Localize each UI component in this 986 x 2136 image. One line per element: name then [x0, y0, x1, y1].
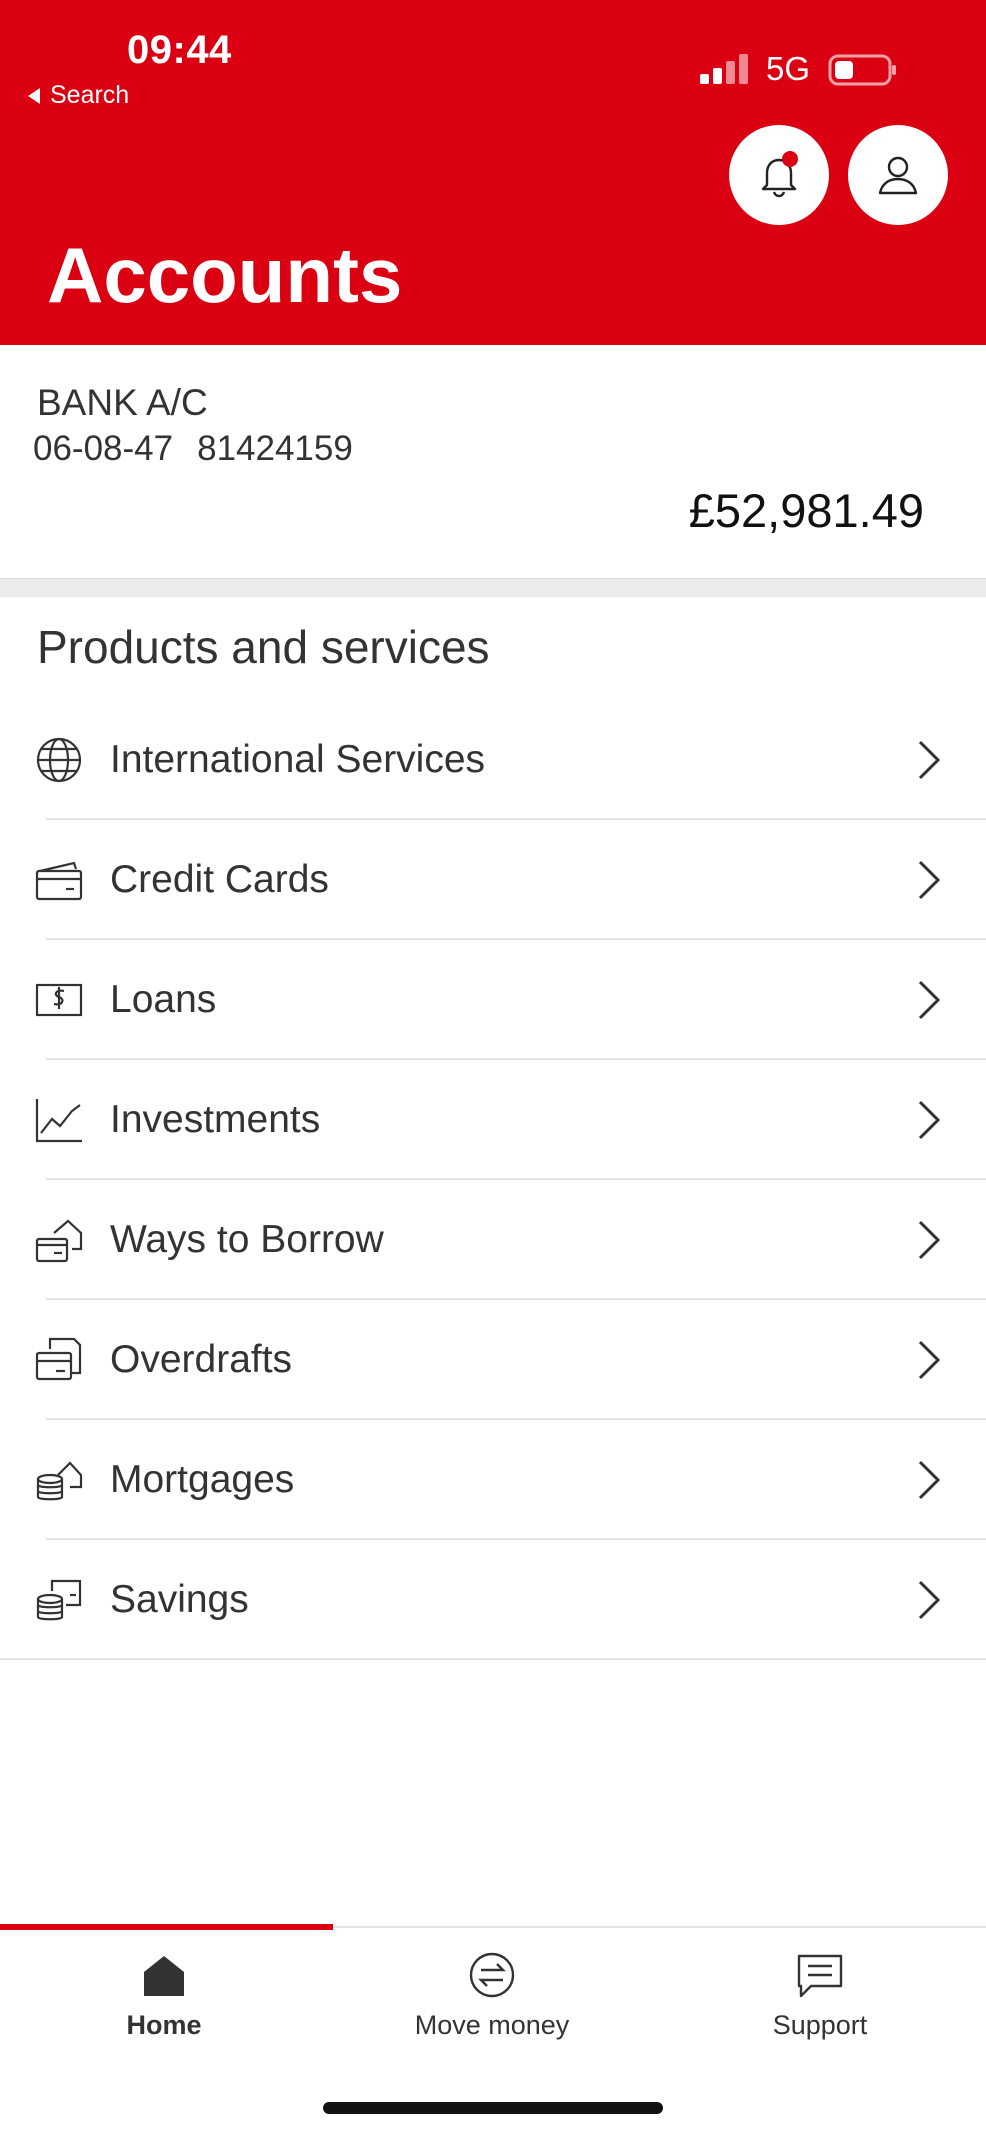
- product-label: Investments: [110, 1098, 321, 1141]
- bell-icon: [761, 151, 798, 198]
- notifications-button[interactable]: [729, 125, 829, 225]
- product-item-credit-cards[interactable]: Credit Cards: [0, 820, 986, 940]
- product-item-investments[interactable]: Investments: [0, 1060, 986, 1180]
- cash-icon: [33, 974, 85, 1026]
- product-item-mortgages[interactable]: Mortgages: [0, 1420, 986, 1540]
- product-item-loans[interactable]: Loans: [0, 940, 986, 1060]
- tab-home-label: Home: [126, 2010, 202, 2040]
- active-tab-indicator: [0, 1924, 333, 1930]
- chevron-right-icon: [918, 740, 941, 780]
- product-label: Savings: [110, 1578, 249, 1621]
- chevron-right-icon: [918, 1100, 941, 1140]
- back-label: Search: [50, 81, 130, 109]
- user-icon: [878, 156, 918, 195]
- card-document-icon: [33, 1334, 85, 1386]
- tab-move-money-label: Move money: [414, 2010, 570, 2040]
- chevron-right-icon: [918, 1580, 941, 1620]
- chevron-right-icon: [918, 860, 941, 900]
- network-type: 5G: [766, 50, 811, 87]
- sort-code: 06-08-47: [33, 429, 174, 468]
- coins-screen-icon: [33, 1574, 85, 1626]
- back-to-search-link[interactable]: Search: [28, 81, 129, 110]
- line-chart-icon: [33, 1094, 85, 1146]
- battery-icon: [828, 54, 896, 86]
- chevron-right-icon: [918, 1460, 941, 1500]
- product-item-ways-to-borrow[interactable]: Ways to Borrow: [0, 1180, 986, 1300]
- profile-button[interactable]: [848, 125, 948, 225]
- product-label: International Services: [110, 738, 486, 781]
- coins-house-icon: [33, 1454, 85, 1506]
- tab-support-label: Support: [772, 2010, 868, 2040]
- back-arrow-icon: [28, 87, 40, 104]
- account-card[interactable]: BANK A/C 06-08-47 81424159 £52,981.49: [0, 345, 986, 578]
- transfer-icon: [469, 1952, 515, 1998]
- product-item-overdrafts[interactable]: Overdrafts: [0, 1300, 986, 1420]
- account-name: BANK A/C: [37, 382, 208, 423]
- home-indicator-bar: [323, 2102, 663, 2114]
- cellular-signal-icon: [700, 54, 748, 84]
- credit-card-icon: [33, 854, 85, 906]
- chevron-right-icon: [918, 1340, 941, 1380]
- home-icon: [144, 1956, 184, 1996]
- chevron-right-icon: [918, 1220, 941, 1260]
- product-label: Ways to Borrow: [110, 1218, 384, 1261]
- product-label: Credit Cards: [110, 858, 329, 901]
- product-label: Mortgages: [110, 1458, 295, 1501]
- account-balance: £52,981.49: [688, 484, 924, 537]
- house-card-icon: [33, 1214, 85, 1266]
- product-item-savings[interactable]: Savings: [0, 1540, 986, 1660]
- account-numbers: 06-08-47 81424159: [33, 429, 353, 469]
- chat-icon: [797, 1954, 843, 1998]
- product-item-international-services[interactable]: International Services: [0, 700, 986, 820]
- products-list: International Services Credit Cards Loan…: [0, 700, 986, 1660]
- tab-home[interactable]: Home: [44, 1950, 284, 2070]
- tab-support[interactable]: Support: [700, 1950, 940, 2070]
- account-number: 81424159: [197, 429, 353, 468]
- section-divider: [0, 578, 986, 597]
- app-header: 09:44 Search 5G Accounts: [0, 0, 986, 345]
- tab-move-money[interactable]: Move money: [372, 1950, 612, 2070]
- globe-icon: [33, 734, 85, 786]
- product-label: Overdrafts: [110, 1338, 293, 1381]
- product-label: Loans: [110, 978, 217, 1021]
- products-section-title: Products and services: [37, 621, 490, 673]
- chevron-right-icon: [918, 980, 941, 1020]
- page-title: Accounts: [47, 231, 403, 319]
- status-time: 09:44: [127, 28, 232, 72]
